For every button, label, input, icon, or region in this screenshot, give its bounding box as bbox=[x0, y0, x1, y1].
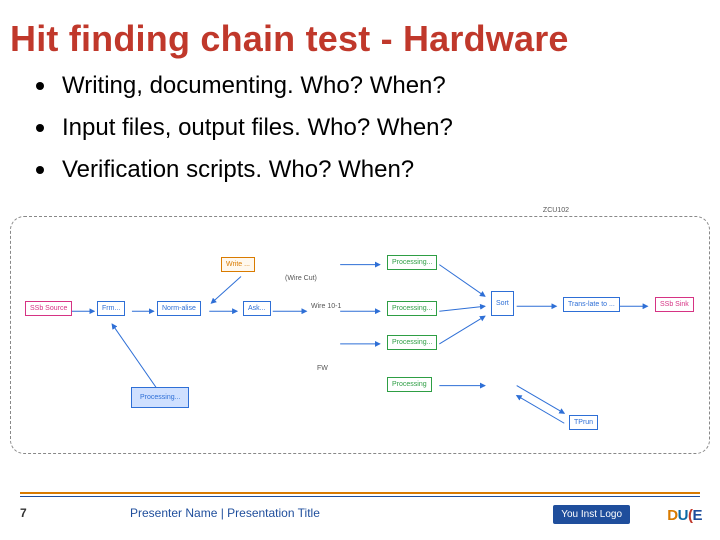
dune-logo: DU(E bbox=[667, 507, 702, 524]
box-proc-4: Processing bbox=[387, 377, 432, 392]
footer-divider-bottom bbox=[20, 496, 700, 497]
list-item: Input files, output files. Who? When? bbox=[36, 114, 680, 142]
label-wirecut: (Wire Cut) bbox=[285, 275, 317, 282]
label-wire101: Wire 10-1 bbox=[311, 303, 341, 310]
bullet-text: Input files, output files. Who? When? bbox=[62, 114, 453, 142]
connector-arrows bbox=[11, 217, 709, 453]
bullet-list: Writing, documenting. Who? When? Input f… bbox=[36, 72, 680, 198]
flow-diagram: ZCU102 bbox=[10, 216, 710, 454]
presenter-info: Presenter Name | Presentation Title bbox=[130, 506, 320, 520]
list-item: Verification scripts. Who? When? bbox=[36, 156, 680, 184]
bullet-icon bbox=[36, 82, 44, 90]
box-write: Write ... bbox=[221, 257, 255, 272]
box-proc-2: Processing... bbox=[387, 301, 437, 316]
board-label: ZCU102 bbox=[543, 207, 569, 214]
box-proc-3: Processing... bbox=[387, 335, 437, 350]
label-fw: FW bbox=[317, 365, 328, 372]
box-source: SSb Source bbox=[25, 301, 72, 316]
institution-logo: You Inst Logo bbox=[553, 505, 630, 524]
dune-letter-d: D bbox=[667, 507, 677, 524]
bullet-text: Writing, documenting. Who? When? bbox=[62, 72, 446, 100]
box-sort: Sort bbox=[491, 291, 514, 316]
bullet-text: Verification scripts. Who? When? bbox=[62, 156, 414, 184]
box-normalise: Norm-alise bbox=[157, 301, 201, 316]
box-translate: Trans-late to ... bbox=[563, 297, 620, 312]
slide: Hit finding chain test - Hardware Writin… bbox=[0, 0, 720, 540]
box-process-blue: Processing... bbox=[131, 387, 189, 408]
box-sink: SSb Sink bbox=[655, 297, 694, 312]
list-item: Writing, documenting. Who? When? bbox=[36, 72, 680, 100]
bullet-icon bbox=[36, 166, 44, 174]
box-proc-1: Processing... bbox=[387, 255, 437, 270]
box-ask: Ask... bbox=[243, 301, 271, 316]
footer-divider-top bbox=[20, 492, 700, 494]
box-tprun: TPrun bbox=[569, 415, 598, 430]
slide-title: Hit finding chain test - Hardware bbox=[10, 18, 569, 60]
dune-letter-e: E bbox=[692, 507, 702, 524]
page-number: 7 bbox=[20, 506, 27, 520]
bullet-icon bbox=[36, 124, 44, 132]
dune-letter-u: U bbox=[678, 507, 688, 524]
box-frm: Frm... bbox=[97, 301, 125, 316]
